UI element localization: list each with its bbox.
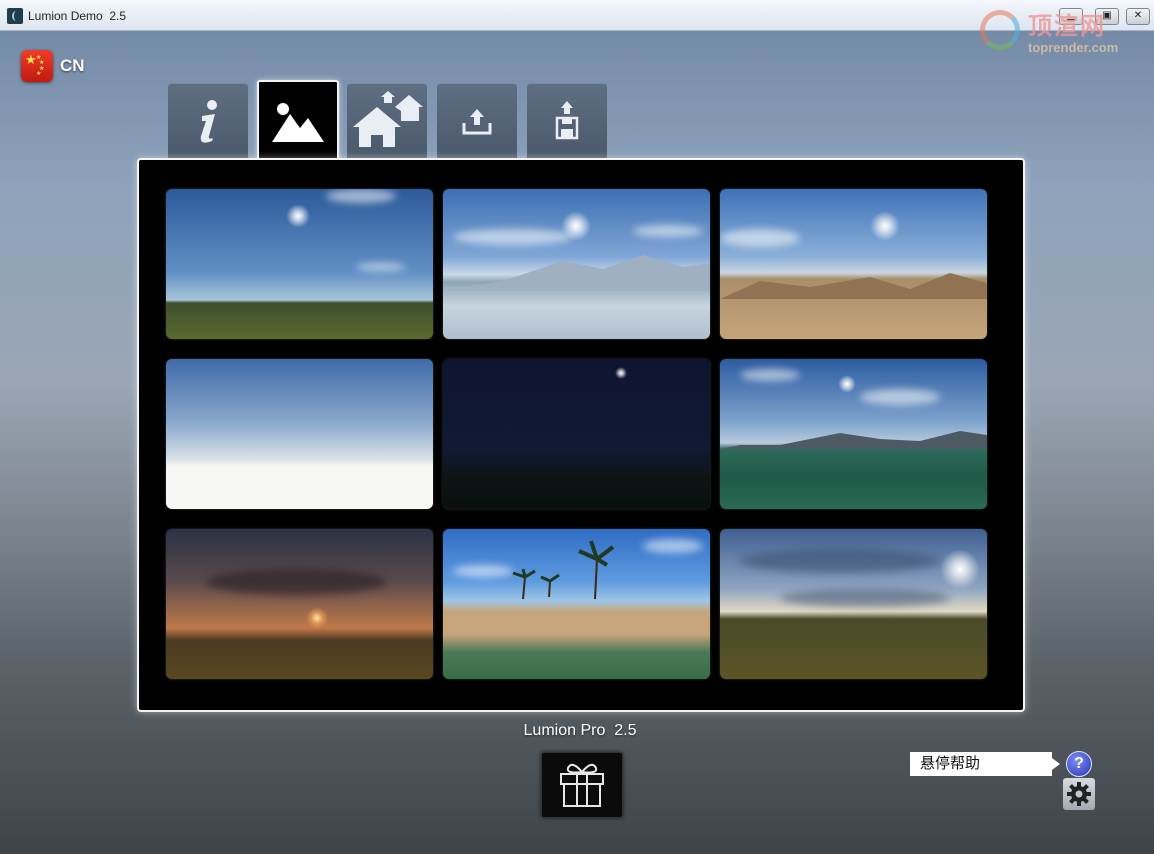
gear-icon	[1067, 782, 1091, 806]
landscape-thumbnail-cloudy-plain[interactable]	[720, 529, 987, 679]
product-version-label: Lumion Pro 2.5	[523, 722, 637, 739]
tab-import-scene[interactable]	[437, 83, 517, 159]
gift-icon	[560, 763, 604, 807]
info-icon	[200, 100, 217, 143]
watermark-logo: 顶渲网 toprender.com	[980, 6, 1140, 58]
landscape-thumbnail-grass-plain-blue-sky[interactable]	[166, 189, 433, 339]
tab-example-scenes[interactable]	[347, 83, 427, 159]
landscape-thumbnail-white-horizon[interactable]	[166, 359, 433, 509]
landscape-thumbnail-ocean-mountains[interactable]	[720, 359, 987, 509]
gift-button[interactable]	[541, 752, 623, 818]
landscape-thumbnail-sunset-plain[interactable]	[166, 529, 433, 679]
window-title: Lumion Demo 2.5	[28, 9, 127, 23]
landscape-icon	[272, 103, 324, 142]
landscape-thumbnail-snow-mountains[interactable]	[443, 189, 710, 339]
china-flag-icon[interactable]: ★ ★ ★ ★ ★	[21, 50, 53, 82]
watermark-url: toprender.com	[1028, 40, 1119, 55]
watermark-ring-icon	[980, 10, 1020, 50]
houses-icon	[353, 91, 423, 147]
landscape-thumbnail-desert[interactable]	[720, 189, 987, 339]
tab-info[interactable]	[168, 83, 248, 159]
landscape-thumbnail-tropical-island[interactable]	[443, 529, 710, 679]
tab-landscape[interactable]	[257, 80, 339, 164]
settings-button[interactable]	[1063, 778, 1095, 810]
watermark-text: 顶渲网	[1028, 13, 1106, 40]
tab-load-scene[interactable]	[527, 83, 607, 159]
landscape-panel	[137, 158, 1025, 712]
upload-icon	[462, 109, 492, 135]
help-icon[interactable]: ?	[1066, 751, 1092, 777]
save-disk-icon	[555, 101, 579, 140]
hover-help-toggle[interactable]: 悬停帮助	[910, 752, 1060, 776]
language-code: CN	[60, 56, 85, 75]
lumion-app-icon	[7, 8, 23, 24]
landscape-thumbnail-night-sky[interactable]	[443, 359, 710, 509]
